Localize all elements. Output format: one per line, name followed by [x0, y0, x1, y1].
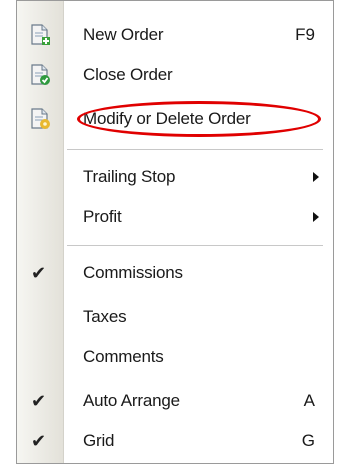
menu-item-shortcut: G: [301, 431, 315, 450]
menu-item-label: Auto Arrange: [83, 391, 180, 410]
submenu-arrow-icon: [313, 172, 319, 182]
new-order-doc-icon: [31, 24, 50, 45]
menu-item-label: Close Order: [83, 65, 173, 84]
menu-item-label: Grid: [83, 431, 115, 450]
menu-item-new-order[interactable]: New Order F9: [17, 17, 333, 53]
menu-item-shortcut: A: [303, 391, 315, 410]
red-highlight-ellipse: [77, 101, 321, 137]
menu-item-trailing-stop[interactable]: Trailing Stop: [17, 159, 333, 195]
close-order-doc-icon: [31, 64, 50, 85]
menu-item-shortcut: F9: [295, 25, 315, 44]
menu-item-auto-arrange[interactable]: ✔ Auto Arrange A: [17, 383, 333, 419]
menu-item-comments[interactable]: Comments: [17, 339, 333, 375]
menu-item-label: Taxes: [83, 307, 127, 326]
menu-item-grid[interactable]: ✔ Grid G: [17, 423, 333, 459]
menu-item-profit[interactable]: Profit: [17, 199, 333, 235]
checkmark-icon: ✔: [31, 262, 47, 283]
checkmark-icon: ✔: [31, 390, 47, 411]
menu-item-close-order[interactable]: Close Order: [17, 57, 333, 93]
checkmark-icon: ✔: [31, 430, 47, 451]
menu-item-label: Comments: [83, 347, 164, 366]
menu-separator: [67, 245, 323, 246]
submenu-arrow-icon: [313, 212, 319, 222]
menu-item-label: New Order: [83, 25, 164, 44]
menu-item-taxes[interactable]: Taxes: [17, 299, 333, 335]
context-menu: New Order F9 Close Order Modify or Delet…: [16, 0, 334, 464]
menu-separator: [67, 149, 323, 150]
modify-order-doc-icon: [31, 108, 50, 129]
menu-item-label: Profit: [83, 207, 122, 226]
menu-item-label: Commissions: [83, 263, 183, 282]
menu-item-commissions[interactable]: ✔ Commissions: [17, 255, 333, 291]
menu-item-label: Trailing Stop: [83, 167, 176, 186]
